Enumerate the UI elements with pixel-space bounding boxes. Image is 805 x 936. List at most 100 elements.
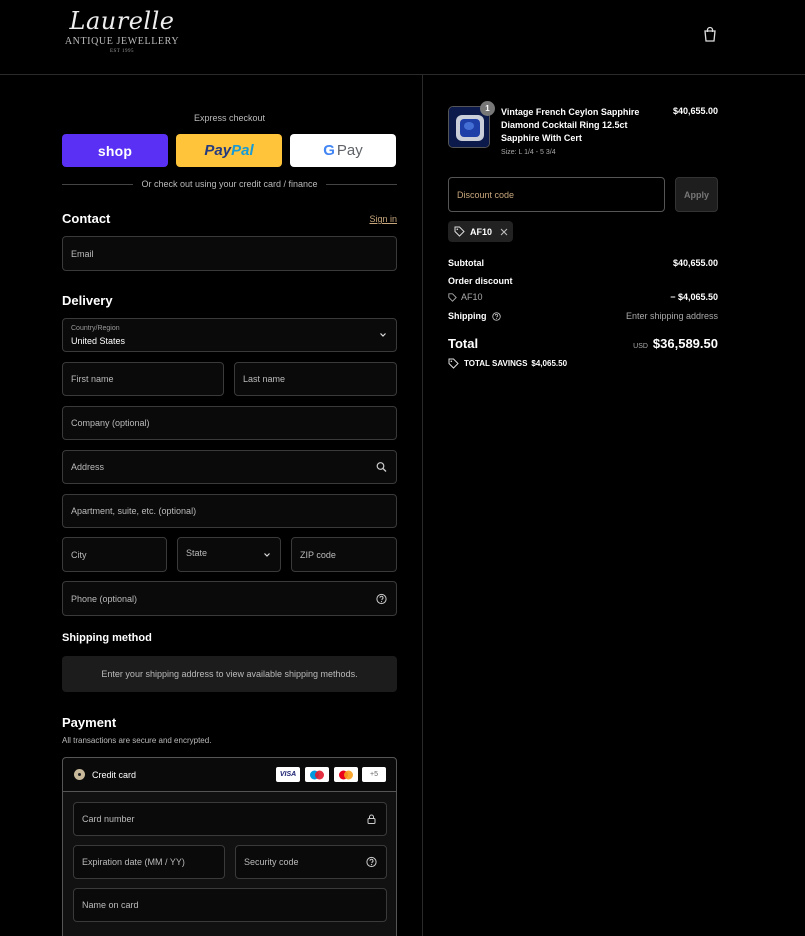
card-number-placeholder: Card number — [82, 814, 135, 824]
total-value: $36,589.50 — [652, 336, 718, 351]
sign-in-link[interactable]: Sign in — [369, 214, 397, 224]
apply-discount-button[interactable]: Apply — [675, 177, 718, 212]
discount-code-placeholder: Discount code — [457, 189, 515, 200]
credit-card-radio[interactable] — [74, 769, 85, 780]
shipping-method-title: Shipping method — [62, 632, 152, 644]
zip-placeholder: ZIP code — [300, 549, 336, 560]
credit-card-option[interactable]: Credit card VISA +5 — [62, 757, 397, 792]
shipping-value: Enter shipping address — [625, 311, 718, 321]
country-select[interactable]: Country/Region United States — [62, 318, 397, 352]
google-g-icon: G — [323, 142, 335, 159]
store-logo[interactable]: Laurelle ANTIQUE JEWELLERY EST 1995 — [62, 6, 182, 62]
total-label: Total — [448, 336, 479, 351]
tag-icon — [454, 226, 465, 237]
name-on-card-field[interactable]: Name on card — [73, 888, 387, 922]
email-field[interactable]: Email — [62, 236, 397, 271]
shop-pay-button[interactable]: shop — [62, 134, 168, 167]
search-icon — [376, 462, 387, 472]
address-field[interactable]: Address — [62, 450, 397, 484]
help-circle-icon[interactable] — [366, 856, 377, 868]
apartment-field[interactable]: Apartment, suite, etc. (optional) — [62, 494, 397, 528]
shopping-bag-icon[interactable] — [701, 25, 719, 43]
tag-icon — [448, 292, 457, 302]
credit-card-label: Credit card — [92, 770, 137, 780]
product-name: Vintage French Ceylon Sapphire Diamond C… — [501, 107, 640, 143]
applied-discount-code: AF10 — [470, 226, 493, 237]
city-placeholder: City — [71, 549, 87, 560]
security-code-field[interactable]: Security code — [235, 845, 387, 879]
more-cards-label: +5 — [370, 771, 378, 778]
tag-icon — [448, 358, 459, 369]
expiration-placeholder: Expiration date (MM / YY) — [82, 857, 185, 867]
credit-card-fields: Card number Expiration date (MM / YY) Se… — [62, 792, 397, 936]
or-divider: Or check out using your credit card / fi… — [62, 179, 397, 189]
security-code-placeholder: Security code — [244, 857, 299, 867]
company-placeholder: Company (optional) — [71, 418, 150, 428]
site-header: Laurelle ANTIQUE JEWELLERY EST 1995 — [0, 0, 805, 75]
total-amount-wrap: USD $36,589.50 — [633, 336, 718, 351]
column-divider — [422, 75, 423, 936]
delivery-title: Delivery — [62, 293, 113, 308]
contact-title: Contact — [62, 211, 111, 226]
mastercard-icon — [334, 767, 358, 782]
paypal-label-pay: Pay — [204, 142, 232, 159]
discount-code-line: AF10 — [448, 292, 483, 302]
first-name-field[interactable]: First name — [62, 362, 224, 396]
last-name-field[interactable]: Last name — [234, 362, 397, 396]
email-placeholder: Email — [71, 248, 94, 259]
visa-icon: VISA — [276, 767, 300, 782]
maestro-icon — [305, 767, 329, 782]
phone-placeholder: Phone (optional) — [71, 593, 138, 604]
total-savings-label: TOTAL SAVINGS — [464, 359, 528, 368]
visa-label: VISA — [279, 771, 297, 778]
subtotal-value: $40,655.00 — [672, 258, 718, 268]
more-cards-badge: +5 — [362, 767, 386, 782]
total-savings-value: $4,065.50 — [531, 359, 568, 368]
shipping-label: Shipping — [448, 311, 487, 321]
product-variant: Size: L 1/4 - 5 3/4 — [501, 149, 556, 156]
state-placeholder: State — [186, 547, 208, 558]
expiration-field[interactable]: Expiration date (MM / YY) — [73, 845, 225, 879]
shipping-method-message: Enter your shipping address to view avai… — [101, 669, 358, 679]
shipping-method-notice: Enter your shipping address to view avai… — [62, 656, 397, 692]
shop-pay-label: shop — [97, 142, 133, 159]
discount-value: − $4,065.50 — [670, 292, 718, 302]
or-text: Or check out using your credit card / fi… — [141, 179, 318, 189]
logo-subtitle: ANTIQUE JEWELLERY — [64, 36, 180, 47]
first-name-placeholder: First name — [71, 374, 114, 384]
address-placeholder: Address — [71, 462, 105, 472]
logo-est: EST 1995 — [109, 49, 135, 54]
order-discount-label: Order discount — [448, 276, 513, 286]
lock-icon — [367, 814, 376, 824]
discount-code-text: AF10 — [461, 292, 483, 302]
divider-rule-right — [325, 183, 397, 185]
close-icon[interactable] — [500, 228, 508, 236]
express-checkout-title: Express checkout — [193, 113, 266, 123]
total-row: Total USD $36,589.50 — [448, 336, 718, 354]
zip-field[interactable]: ZIP code — [291, 537, 397, 572]
subtotal-label: Subtotal — [448, 258, 484, 268]
google-pay-button[interactable]: G Pay — [290, 134, 396, 167]
shipping-label-wrap: Shipping — [448, 311, 501, 321]
payment-title: Payment — [62, 715, 117, 730]
google-pay-label: Pay — [336, 142, 363, 159]
quantity-badge: 1 — [480, 101, 495, 116]
card-number-field[interactable]: Card number — [73, 802, 387, 836]
product-price: $40,655.00 — [672, 106, 718, 116]
payment-subtitle: All transactions are secure and encrypte… — [62, 736, 212, 745]
paypal-button[interactable]: Pay Pal — [176, 134, 282, 167]
logo-script: Laurelle — [69, 7, 175, 35]
discount-code-field[interactable]: Discount code — [448, 177, 665, 212]
company-field[interactable]: Company (optional) — [62, 406, 397, 440]
currency-code: USD — [633, 343, 648, 350]
paypal-label-pal: Pal — [231, 142, 254, 159]
country-label: Country/Region — [71, 325, 120, 332]
country-value: United States — [71, 336, 126, 346]
help-circle-icon[interactable] — [491, 311, 501, 321]
last-name-placeholder: Last name — [243, 374, 286, 384]
help-circle-icon[interactable] — [376, 593, 387, 604]
city-field[interactable]: City — [62, 537, 167, 572]
phone-field[interactable]: Phone (optional) — [62, 581, 397, 616]
apartment-placeholder: Apartment, suite, etc. (optional) — [71, 506, 197, 516]
state-select[interactable]: State — [177, 537, 281, 572]
